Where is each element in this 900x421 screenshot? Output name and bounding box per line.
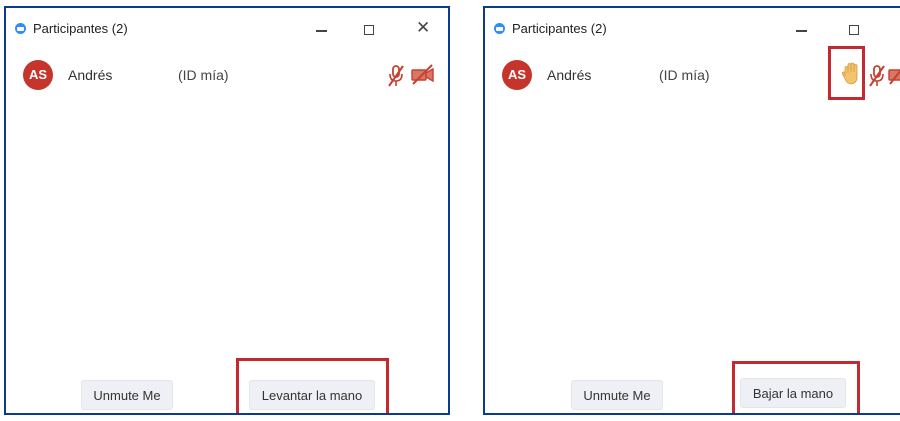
minimize-button[interactable]: [787, 15, 815, 41]
highlight-frame-lower-hand: [732, 361, 860, 413]
mic-muted-icon[interactable]: [868, 64, 886, 88]
minimize-icon: [316, 30, 327, 32]
highlight-frame-raise-hand: [236, 358, 389, 413]
participant-role: (ID mía): [178, 67, 229, 83]
unmute-me-button[interactable]: Unmute Me: [571, 380, 663, 410]
video-off-icon[interactable]: [888, 64, 900, 86]
unmute-me-button[interactable]: Unmute Me: [81, 380, 173, 410]
zoom-logo-icon: [15, 23, 26, 34]
participant-row[interactable]: AS Andrés (ID mía): [6, 60, 448, 96]
minimize-button[interactable]: [307, 15, 335, 41]
video-off-icon[interactable]: [411, 64, 435, 86]
window-title: Participantes (2): [512, 21, 607, 36]
participant-name: Andrés: [68, 67, 113, 83]
mic-muted-icon[interactable]: [387, 64, 405, 88]
avatar: AS: [502, 60, 532, 90]
maximize-button[interactable]: [356, 15, 384, 41]
maximize-icon: [849, 25, 859, 35]
minimize-icon: [796, 30, 807, 32]
zoom-logo-icon: [494, 23, 505, 34]
title-bar: Participantes (2) ✕: [6, 8, 448, 44]
participants-panel-before: Participantes (2) ✕ AS Andrés (ID mía) U…: [4, 6, 450, 415]
window-title: Participantes (2): [33, 21, 128, 36]
close-icon: ✕: [416, 18, 431, 37]
highlight-frame-raised-hand-icon: [828, 46, 865, 100]
participants-panel-after: Participantes (2) AS Andrés (ID mía) Unm…: [483, 6, 900, 415]
close-button[interactable]: ✕: [408, 15, 436, 41]
avatar: AS: [23, 60, 53, 90]
title-bar: Participantes (2): [485, 8, 900, 44]
participant-name: Andrés: [547, 67, 592, 83]
maximize-icon: [364, 25, 374, 35]
participant-role: (ID mía): [659, 67, 710, 83]
maximize-button[interactable]: [841, 15, 869, 41]
